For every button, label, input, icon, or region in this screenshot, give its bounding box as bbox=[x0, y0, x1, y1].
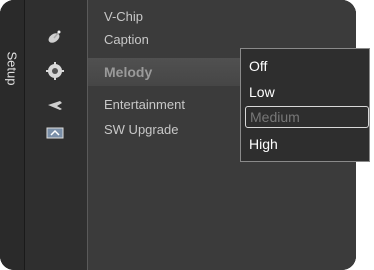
category-icon-column bbox=[25, 0, 88, 270]
side-tab-label-wrap: Setup bbox=[0, 44, 24, 92]
option-high[interactable]: High bbox=[245, 134, 367, 154]
option-low[interactable]: Low bbox=[245, 82, 367, 102]
option-off[interactable]: Off bbox=[245, 56, 367, 76]
upgrade-icon[interactable] bbox=[43, 124, 67, 142]
menu-item-label: Entertainment bbox=[104, 97, 185, 112]
menu-item-label: Melody bbox=[104, 64, 153, 80]
gear-icon[interactable] bbox=[43, 62, 67, 80]
menu-item-label: Caption bbox=[104, 32, 149, 47]
menu-item-caption[interactable]: Caption bbox=[104, 32, 149, 47]
option-label: Low bbox=[249, 84, 275, 100]
menu-item-vchip[interactable]: V-Chip bbox=[104, 9, 143, 24]
option-medium[interactable]: Medium bbox=[245, 106, 369, 128]
menu-item-label: V-Chip bbox=[104, 9, 144, 24]
option-label: Medium bbox=[250, 109, 300, 125]
wrench-icon[interactable] bbox=[43, 96, 67, 114]
side-tab[interactable]: Setup bbox=[0, 0, 25, 270]
menu-item-sw-upgrade[interactable]: SW Upgrade bbox=[104, 122, 178, 137]
option-label: High bbox=[249, 136, 278, 152]
melody-dropdown: Off Low Medium High bbox=[240, 48, 370, 162]
menu-item-entertainment[interactable]: Entertainment bbox=[104, 97, 185, 112]
menu-item-label: SW Upgrade bbox=[104, 122, 179, 137]
option-label: Off bbox=[249, 58, 268, 74]
satellite-dish-icon[interactable] bbox=[43, 28, 67, 46]
side-tab-label: Setup bbox=[4, 51, 20, 85]
